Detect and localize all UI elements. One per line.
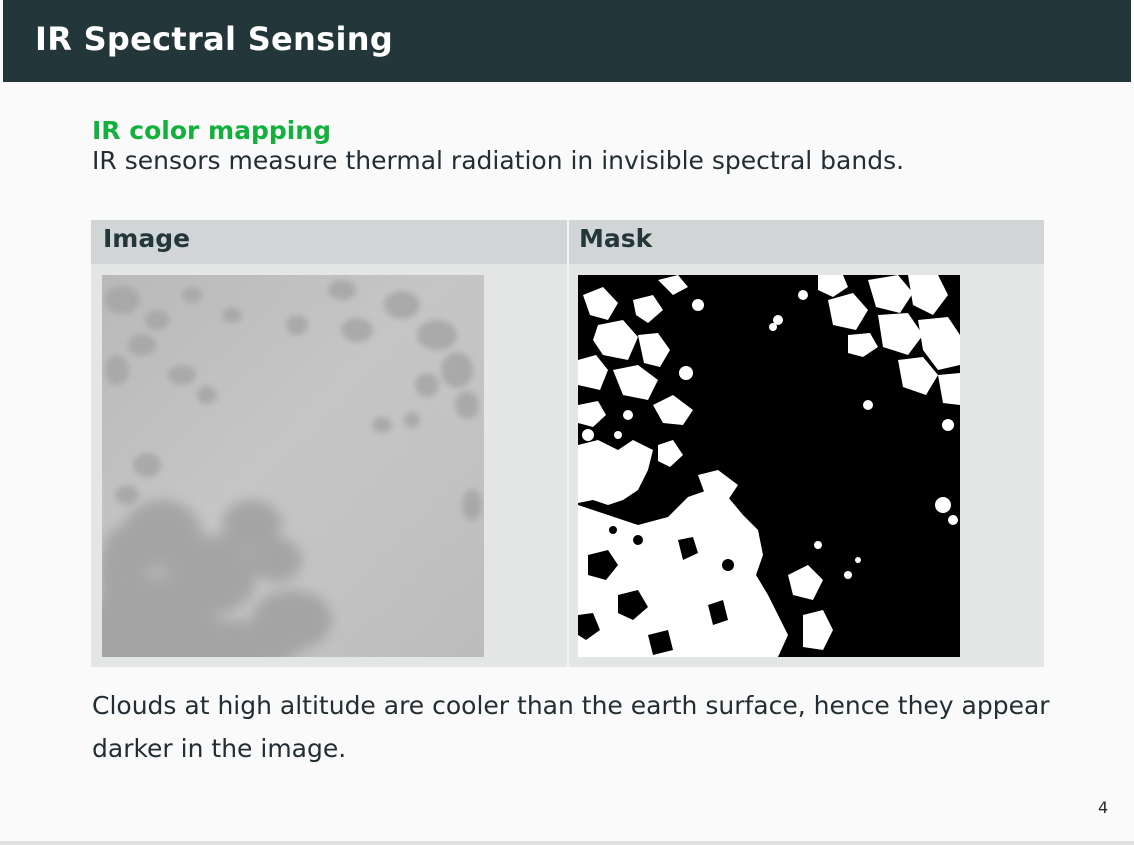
image-mask-table: Image Mask xyxy=(91,220,1044,667)
column-header-image: Image xyxy=(103,224,191,253)
cloud-mask-image xyxy=(578,275,960,657)
page-number: 4 xyxy=(1098,798,1109,817)
caption-text: Clouds at high altitude are cooler than … xyxy=(92,691,1050,763)
slide-header: IR Spectral Sensing xyxy=(3,0,1131,82)
slide-bottom-edge xyxy=(0,841,1134,845)
column-header-mask: Mask xyxy=(579,224,653,253)
ir-image xyxy=(102,275,484,657)
block-text: IR sensors measure thermal radiation in … xyxy=(92,146,905,175)
column-divider xyxy=(567,220,569,667)
slide: IR Spectral Sensing IR color mapping IR … xyxy=(0,0,1134,845)
slide-title: IR Spectral Sensing xyxy=(35,20,394,58)
block-title: IR color mapping xyxy=(92,116,332,145)
